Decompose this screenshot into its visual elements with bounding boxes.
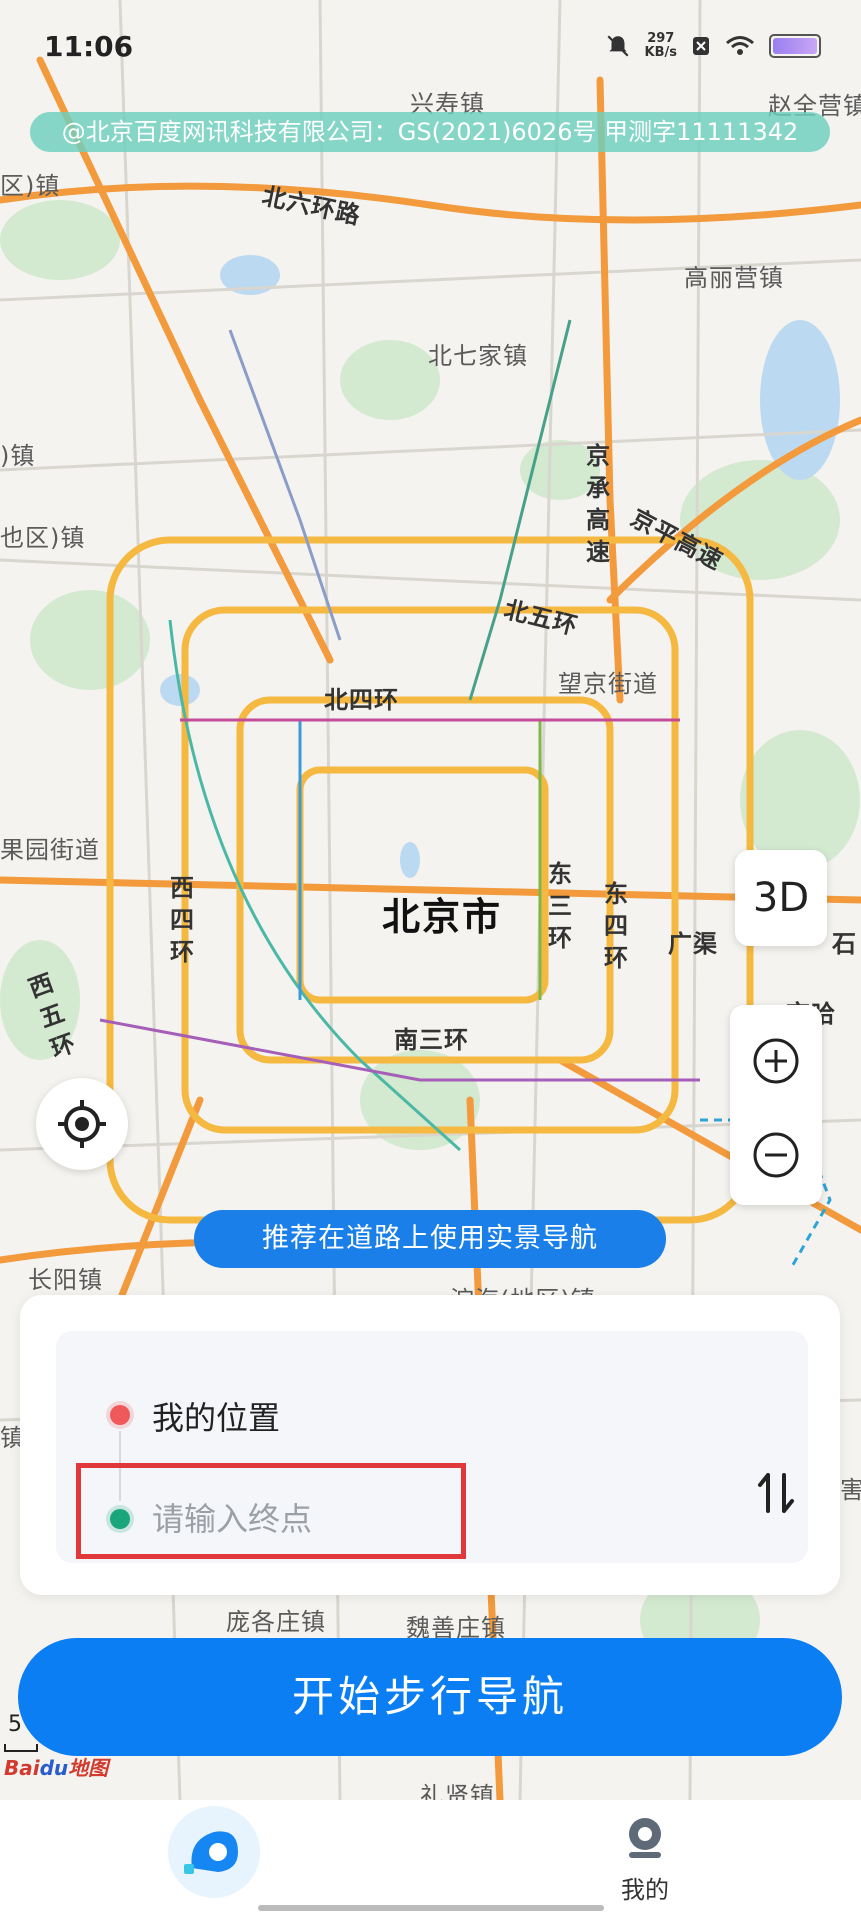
place-label: 望京街道 xyxy=(558,670,658,698)
road-label: 广渠 xyxy=(668,930,718,958)
minus-circle-icon xyxy=(753,1132,799,1178)
map-scale-value: 5 xyxy=(8,1712,22,1737)
place-label: 北七家镇 xyxy=(428,342,528,370)
city-label: 北京市 xyxy=(382,895,503,939)
zoom-controls xyxy=(730,1005,822,1205)
sim-off-icon xyxy=(693,37,709,55)
baidu-map-logo: Baidu地图 xyxy=(4,1752,108,1781)
home-indicator xyxy=(258,1905,604,1911)
zoom-out-button[interactable] xyxy=(752,1131,800,1179)
swap-arrows-icon xyxy=(758,1473,794,1513)
map-copyright: @北京百度网讯科技有限公司：GS(2021)6026号 甲测字11111342 xyxy=(30,112,830,152)
logo-text-b: du xyxy=(39,1756,69,1780)
road-label: 东三环 xyxy=(548,860,572,952)
road-label: 西四环 xyxy=(170,874,194,966)
logo-text-c: 地图 xyxy=(68,1756,109,1780)
place-label: 害 xyxy=(840,1476,861,1504)
mute-bell-icon xyxy=(607,35,629,57)
origin-dot-icon xyxy=(110,1405,130,1425)
start-walking-navigation-button[interactable]: 开始步行导航 xyxy=(18,1638,842,1756)
place-label: 高丽营镇 xyxy=(684,264,784,292)
3d-toggle-button[interactable]: 3D xyxy=(735,850,827,946)
ar-navigation-hint[interactable]: 推荐在道路上使用实景导航 xyxy=(194,1210,666,1268)
map-scale-bar xyxy=(4,1744,38,1752)
locate-button[interactable] xyxy=(36,1078,128,1170)
place-label: 庞各庄镇 xyxy=(226,1608,326,1636)
nav-mine-button[interactable]: 我的 xyxy=(610,1814,680,1904)
road-label: 东四环 xyxy=(604,880,628,972)
crosshair-icon xyxy=(58,1100,106,1148)
road-label: 京承高速 xyxy=(586,442,610,566)
status-bar: 11:06 297 KB/s xyxy=(0,0,861,90)
place-label: )镇 xyxy=(0,442,36,470)
nav-mine-label: 我的 xyxy=(621,1876,669,1904)
battery-icon xyxy=(769,34,821,58)
wifi-icon xyxy=(726,36,754,55)
network-speed: 297 KB/s xyxy=(645,32,677,60)
road-label: 南三环 xyxy=(394,1026,469,1054)
zoom-in-button[interactable] xyxy=(752,1037,800,1085)
swap-route-button[interactable] xyxy=(746,1463,806,1523)
status-time: 11:06 xyxy=(44,30,134,63)
place-label: 也区)镇 xyxy=(0,524,86,552)
navigation-home-icon xyxy=(182,1820,246,1884)
place-label: 果园街道 xyxy=(0,836,100,864)
destination-highlight xyxy=(76,1463,466,1559)
road-label: 石 xyxy=(832,930,857,958)
logo-text-a: Bai xyxy=(4,1756,40,1780)
place-label: 长阳镇 xyxy=(28,1266,103,1294)
origin-field[interactable]: 我的位置 xyxy=(152,1393,280,1439)
road-label: 北四环 xyxy=(324,686,399,714)
nav-home-button[interactable] xyxy=(168,1806,260,1898)
place-label: 区)镇 xyxy=(0,172,61,200)
route-card: 我的位置 xyxy=(20,1295,840,1595)
speed-unit: KB/s xyxy=(644,45,677,60)
bottom-nav: 我的 xyxy=(0,1800,861,1920)
status-icons: 297 KB/s xyxy=(605,32,821,60)
camera-profile-icon xyxy=(629,1818,661,1858)
plus-circle-icon xyxy=(753,1038,799,1084)
speed-value: 297 xyxy=(647,31,675,46)
